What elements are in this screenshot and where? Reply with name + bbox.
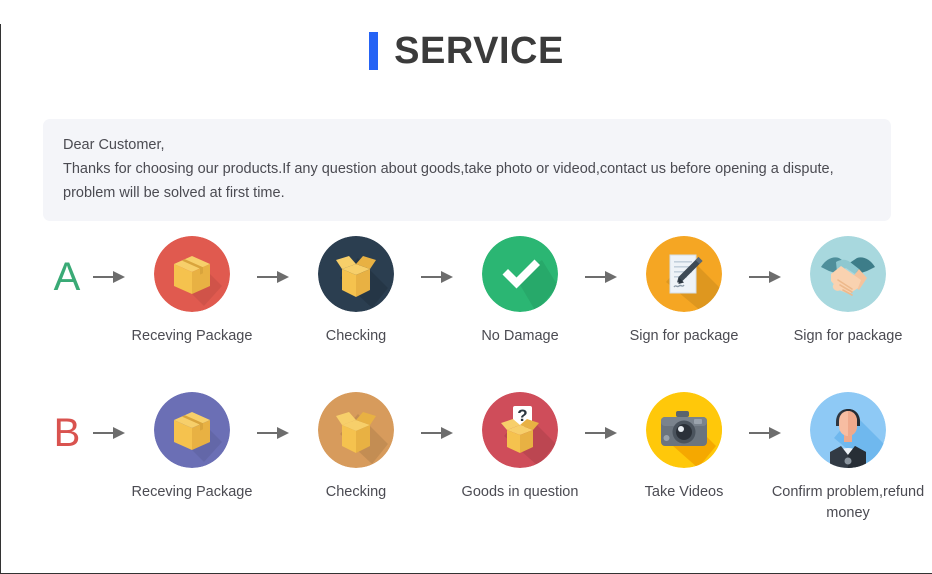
- step-a-2[interactable]: Checking: [297, 236, 415, 347]
- step-b-5[interactable]: Confirm problem,refund money: [772, 392, 924, 524]
- page-title-text: SERVICE: [394, 29, 564, 72]
- arrow-right-icon: [87, 236, 133, 318]
- closed-box-icon: [154, 392, 230, 468]
- arrow-right-icon: [743, 236, 789, 318]
- step-label: Sign for package: [629, 328, 739, 344]
- row-label-b: B: [53, 411, 81, 455]
- camera-icon: [646, 392, 722, 468]
- step-b-4[interactable]: Take Videos: [625, 392, 743, 503]
- arrow-right-icon: [579, 392, 625, 474]
- step-label: Sign for package: [793, 328, 903, 344]
- open-box-icon: [318, 392, 394, 468]
- person-avatar-icon: [810, 392, 886, 468]
- notice-line-3: problem will be solved at first time.: [63, 185, 285, 201]
- arrow-right-icon: [251, 392, 297, 474]
- step-label: Checking: [325, 328, 387, 344]
- arrow-right-icon: [415, 236, 461, 318]
- arrow-right-icon: [579, 236, 625, 318]
- arrow-right-icon: [87, 392, 133, 474]
- arrow-right-icon: [415, 392, 461, 474]
- notice-line-2: Thanks for choosing our products.If any …: [63, 161, 834, 177]
- question-box-icon: ?: [482, 392, 558, 468]
- step-label: Receving Package: [131, 484, 253, 500]
- step-a-1[interactable]: Receving Package: [132, 236, 252, 347]
- flow-row-b: B Receving Package Checking ? Goods in q…: [1, 392, 932, 524]
- step-label: Receving Package: [131, 328, 253, 344]
- customer-notice: Dear Customer, Thanks for choosing our p…: [43, 119, 891, 221]
- open-box-icon: [318, 236, 394, 312]
- step-b-3[interactable]: ? Goods in question: [461, 392, 579, 503]
- check-mark-icon: [482, 236, 558, 312]
- title-accent-bar: [369, 32, 379, 70]
- document-pen-icon: [646, 236, 722, 312]
- arrow-right-icon: [743, 392, 789, 474]
- step-a-4[interactable]: Sign for package: [625, 236, 743, 347]
- arrow-right-icon: [251, 236, 297, 318]
- handshake-icon: [810, 236, 886, 312]
- notice-line-1: Dear Customer,: [63, 137, 165, 153]
- flow-row-a: A Receving Package Checking No Damage Si…: [1, 236, 932, 347]
- step-b-1[interactable]: Receving Package: [132, 392, 252, 503]
- step-b-2[interactable]: Checking: [297, 392, 415, 503]
- step-label: Confirm problem,refund money: [771, 484, 925, 521]
- step-label: Checking: [325, 484, 387, 500]
- step-a-3[interactable]: No Damage: [461, 236, 579, 347]
- page-title: SERVICE: [1, 24, 932, 78]
- step-label: No Damage: [481, 328, 559, 344]
- step-label: Goods in question: [461, 484, 579, 500]
- step-label: Take Videos: [644, 484, 724, 500]
- closed-box-icon: [154, 236, 230, 312]
- step-a-5[interactable]: Sign for package: [789, 236, 907, 347]
- row-label-a: A: [53, 255, 81, 299]
